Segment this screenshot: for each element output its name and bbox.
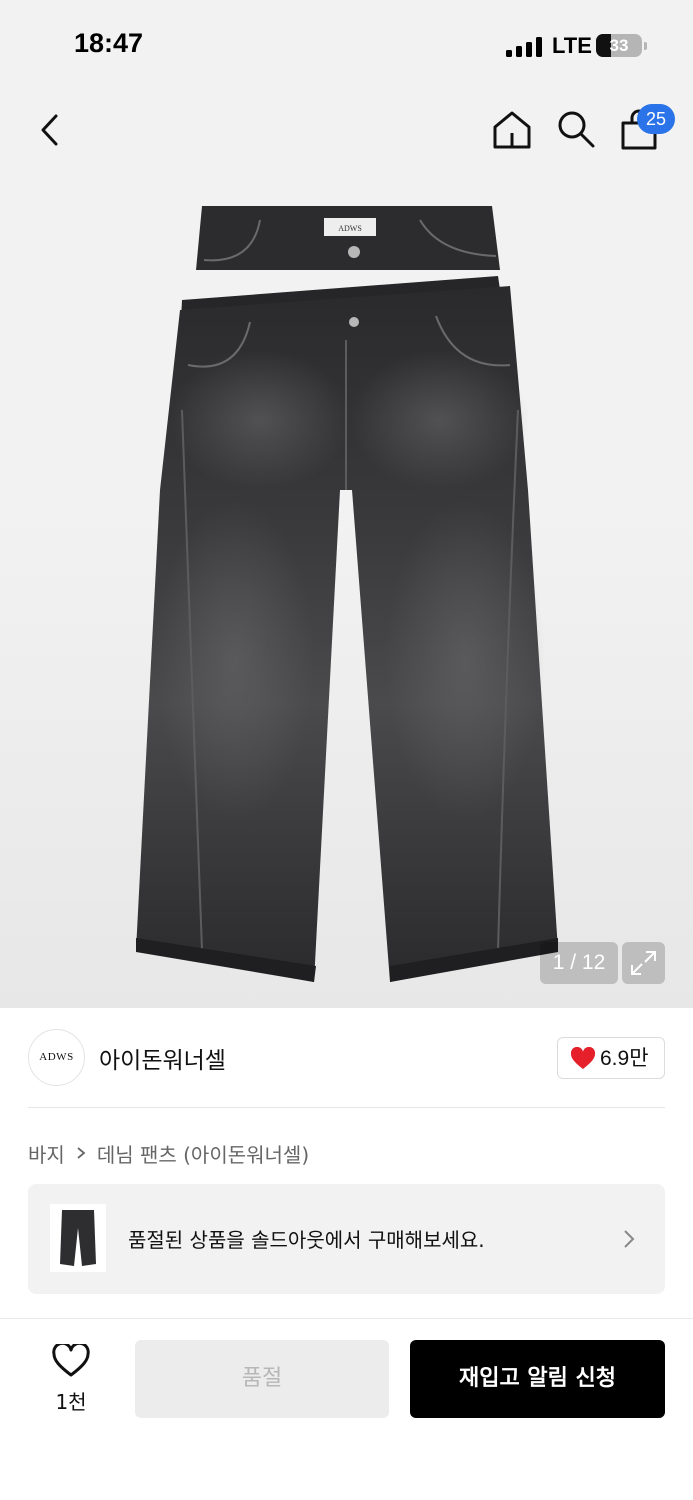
battery-level: 33 <box>609 36 629 55</box>
restock-alert-button[interactable]: 재입고 알림 신청 <box>410 1340 665 1418</box>
search-icon <box>558 111 595 148</box>
battery-cap <box>644 42 647 50</box>
banner-product-thumbnail <box>50 1204 106 1272</box>
divider <box>0 1318 693 1319</box>
expand-icon <box>631 951 656 975</box>
chevron-left-icon <box>41 114 58 146</box>
home-button[interactable] <box>490 108 534 152</box>
chevron-right-icon <box>624 1230 635 1248</box>
search-button[interactable] <box>555 108 597 150</box>
image-counter: 1 / 12 <box>540 942 618 984</box>
expand-image-button[interactable] <box>622 942 665 984</box>
status-bar: 18:47 LTE 33 <box>0 0 693 90</box>
brand-like-button[interactable]: 6.9만 <box>557 1037 665 1079</box>
soldout-banner[interactable]: 품절된 상품을 솔드아웃에서 구매해보세요. <box>28 1184 665 1294</box>
breadcrumb: 바지 데님 팬츠 (아이돈워너셀) <box>28 1138 309 1168</box>
signal-icon <box>506 36 542 57</box>
wishlist-button[interactable] <box>52 1341 90 1378</box>
battery-icon: 33 <box>596 34 642 57</box>
heart-outline-icon <box>52 1341 90 1377</box>
network-type: LTE <box>552 33 592 58</box>
soldout-banner-text: 품절된 상품을 솔드아웃에서 구매해보세요. <box>128 1228 485 1252</box>
back-button[interactable] <box>30 110 70 150</box>
status-time: 18:47 <box>74 28 144 58</box>
brand-logo[interactable]: ADWS <box>28 1029 85 1086</box>
brand-row[interactable]: ADWS 아이돈워너셀 6.9만 <box>0 1008 693 1108</box>
cart-count-badge: 25 <box>637 104 675 134</box>
chevron-right-icon <box>77 1147 86 1159</box>
breadcrumb-subcategory[interactable]: 데님 팬츠 (아이돈워너셀) <box>97 1139 309 1168</box>
breadcrumb-category[interactable]: 바지 <box>28 1139 65 1168</box>
soldout-button: 품절 <box>135 1340 389 1418</box>
svg-text:ADWS: ADWS <box>338 224 362 233</box>
divider <box>28 1107 665 1108</box>
brand-name[interactable]: 아이돈워너셀 <box>99 1041 226 1075</box>
product-photo-jeans[interactable]: ADWS <box>120 190 580 990</box>
brand-like-count: 6.9만 <box>600 1047 649 1070</box>
wishlist-count: 1천 <box>55 1390 87 1414</box>
home-icon <box>493 111 531 149</box>
heart-filled-icon <box>570 1047 596 1069</box>
